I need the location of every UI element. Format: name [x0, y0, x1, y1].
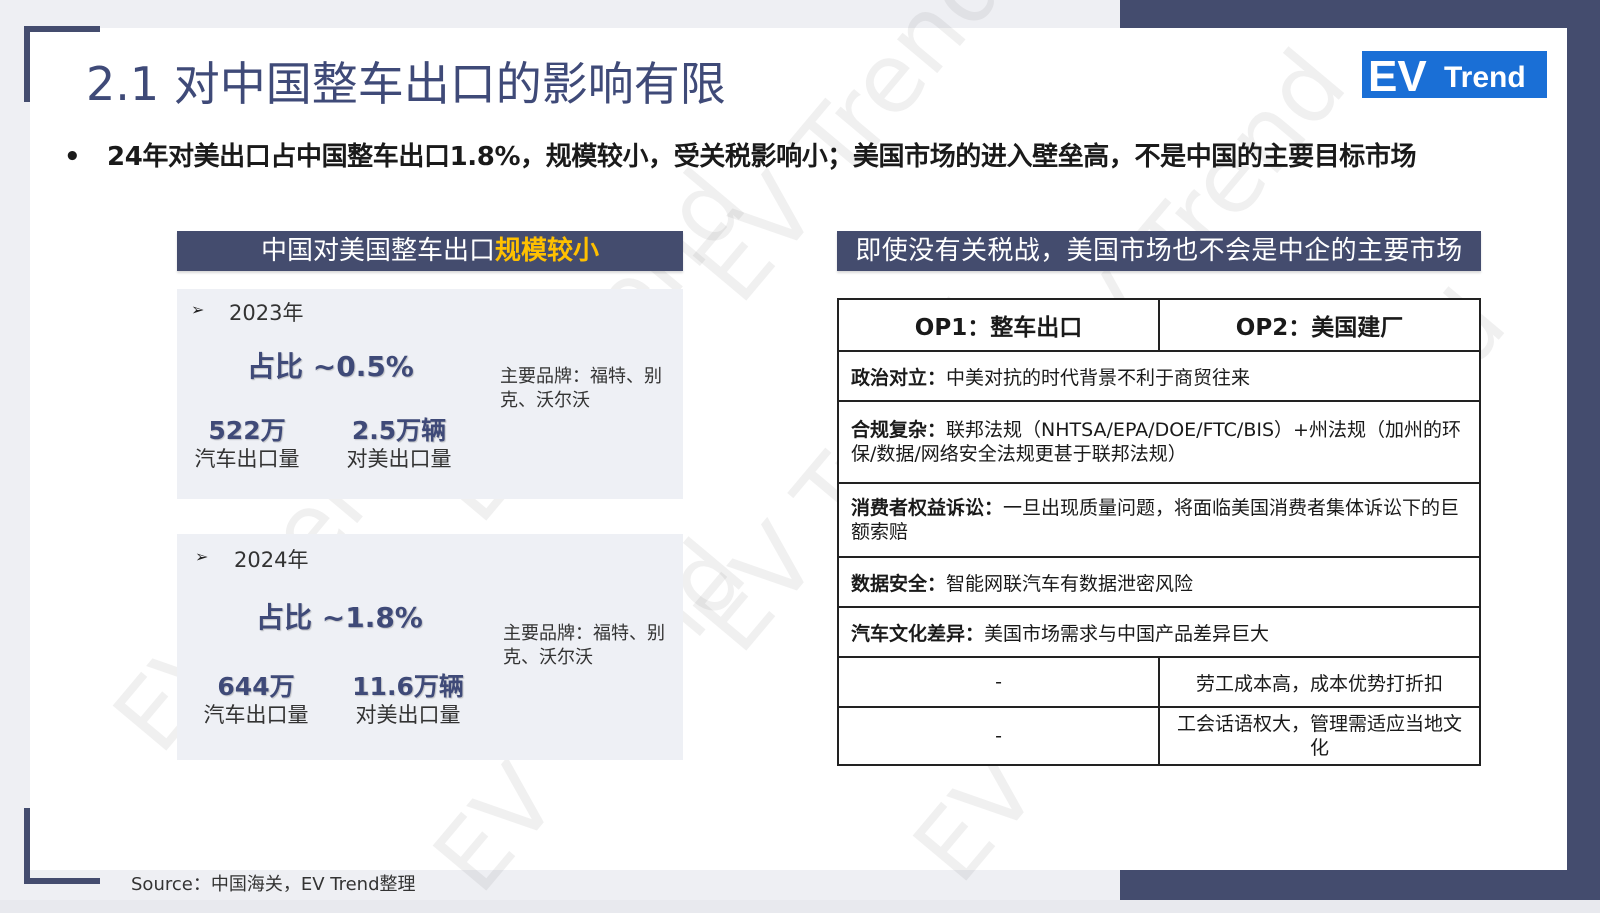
column-header-op2: OP2：美国建厂 — [1158, 298, 1481, 352]
table-cell: 汽车文化差异：美国市场需求与中国产品差异巨大 — [837, 606, 1481, 658]
total-export-label: 汽车出口量 — [203, 703, 309, 727]
table-row: 政治对立：中美对抗的时代背景不利于商贸往来 — [837, 350, 1481, 402]
export-panel-2024: ➢ 2024年 占比 ~1.8% 644万 汽车出口量 11.6万辆 对美出口量… — [177, 534, 683, 760]
table-cell: 政治对立：中美对抗的时代背景不利于商贸往来 — [837, 350, 1481, 402]
row-text: 智能网联汽车有数据泄密风险 — [946, 572, 1194, 595]
total-export-volume: 644万 — [217, 672, 295, 701]
op1-cell: - — [837, 656, 1160, 708]
total-export-volume: 522万 — [208, 416, 286, 445]
table-row: - 劳工成本高，成本优势打折扣 — [837, 656, 1481, 708]
panel-year: 2023年 — [229, 301, 304, 325]
left-header-highlight: 规模较小 — [495, 236, 600, 266]
table-row: 汽车文化差异：美国市场需求与中国产品差异巨大 — [837, 606, 1481, 658]
table-row: 消费者权益诉讼：一旦出现质量问题，将面临美国消费者集体诉讼下的巨额索赔 — [837, 482, 1481, 558]
logo-trend-text: Trend — [1444, 61, 1526, 94]
left-section-header: 中国对美国整车出口规模较小 — [177, 231, 683, 271]
row-label: 数据安全： — [851, 572, 947, 595]
column-header-op1: OP1：整车出口 — [837, 298, 1160, 352]
row-text: 美国市场需求与中国产品差异巨大 — [984, 622, 1270, 645]
row-text: 中美对抗的时代背景不利于商贸往来 — [946, 366, 1251, 389]
op2-cell: 工会话语权大，管理需适应当地文化 — [1158, 706, 1481, 766]
us-export-label: 对美出口量 — [346, 447, 452, 471]
us-export-volume: 11.6万辆 — [352, 672, 464, 701]
table-row: 合规复杂：联邦法规（NHTSA/EPA/DOE/FTC/BIS）+州法规（加州的… — [837, 400, 1481, 484]
row-label: 合规复杂： — [851, 419, 947, 441]
accent-bar-right — [1565, 0, 1600, 900]
barrier-table: OP1：整车出口 OP2：美国建厂 政治对立：中美对抗的时代背景不利于商贸往来 … — [837, 298, 1481, 766]
main-brands: 主要品牌：福特、别克、沃尔沃 — [500, 366, 662, 411]
row-label: 消费者权益诉讼： — [851, 497, 1004, 519]
row-label: 汽车文化差异： — [851, 622, 985, 645]
total-export-label: 汽车出口量 — [194, 447, 300, 471]
bullet-marker: • — [64, 142, 81, 172]
table-cell: 消费者权益诉讼：一旦出现质量问题，将面临美国消费者集体诉讼下的巨额索赔 — [837, 482, 1481, 558]
page-title: 2.1 对中国整车出口的影响有限 — [86, 57, 726, 111]
op1-cell: - — [837, 706, 1160, 766]
table-row: - 工会话语权大，管理需适应当地文化 — [837, 706, 1481, 766]
panel-year: 2024年 — [234, 548, 309, 572]
accent-bar-top — [1120, 0, 1600, 30]
export-share: 占比 ~1.8% — [256, 601, 423, 634]
table-row: 数据安全：智能网联汽车有数据泄密风险 — [837, 556, 1481, 608]
us-export-volume: 2.5万辆 — [351, 416, 447, 445]
op2-cell: 劳工成本高，成本优势打折扣 — [1158, 656, 1481, 708]
export-panel-2023: ➢ 2023年 占比 ~0.5% 522万 汽车出口量 2.5万辆 对美出口量 … — [177, 289, 683, 499]
row-label: 政治对立： — [851, 366, 947, 389]
arrow-bullet-icon: ➢ — [191, 300, 205, 319]
corner-bracket-bottom-left — [24, 808, 100, 884]
main-brands: 主要品牌：福特、别克、沃尔沃 — [503, 623, 665, 668]
accent-bar-bottom — [1120, 870, 1600, 900]
table-header-row: OP1：整车出口 OP2：美国建厂 — [837, 298, 1481, 352]
source-note: Source：中国海关，EV Trend整理 — [131, 874, 416, 895]
left-header-text: 中国对美国整车出口 — [260, 236, 495, 266]
table-cell: 合规复杂：联邦法规（NHTSA/EPA/DOE/FTC/BIS）+州法规（加州的… — [837, 400, 1481, 484]
key-message: 24年对美出口占中国整车出口1.8%，规模较小，受关税影响小；美国市场的进入壁垒… — [107, 142, 1417, 172]
us-export-label: 对美出口量 — [355, 703, 461, 727]
export-share: 占比 ~0.5% — [247, 350, 414, 383]
table-cell: 数据安全：智能网联汽车有数据泄密风险 — [837, 556, 1481, 608]
arrow-bullet-icon: ➢ — [195, 547, 209, 566]
logo-ev-text: EV — [1368, 52, 1427, 98]
ev-trend-logo: EV Trend — [1362, 51, 1547, 98]
right-section-header: 即使没有关税战，美国市场也不会是中企的主要市场 — [837, 231, 1481, 271]
